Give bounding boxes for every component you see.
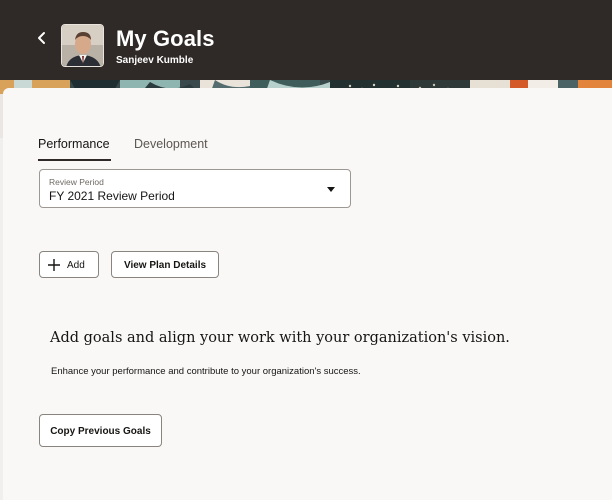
page-title: My Goals [116, 26, 215, 51]
avatar [61, 24, 104, 67]
empty-state-title: Add goals and align your work with your … [50, 330, 510, 346]
plus-icon [48, 259, 60, 271]
user-name: Sanjeev Kumble [116, 55, 194, 66]
review-period-value: FY 2021 Review Period [49, 189, 175, 203]
add-goal-button[interactable]: Add [39, 251, 99, 278]
tab-selected-indicator [38, 159, 111, 161]
copy-previous-goals-label: Copy Previous Goals [50, 426, 151, 437]
review-period-label: Review Period [49, 177, 104, 187]
tab-performance[interactable]: Performance [38, 137, 110, 151]
caret-down-icon [327, 187, 335, 192]
copy-previous-goals-button[interactable]: Copy Previous Goals [39, 414, 162, 447]
back-button[interactable] [30, 26, 54, 50]
chevron-left-icon [38, 32, 45, 44]
view-plan-details-button[interactable]: View Plan Details [111, 251, 219, 278]
view-plan-details-label: View Plan Details [123, 260, 207, 271]
goals-card: Performance Development Review Period FY… [3, 88, 612, 500]
tab-development[interactable]: Development [134, 137, 208, 151]
empty-state-subtitle: Enhance your performance and contribute … [51, 366, 361, 377]
add-goal-label: Add [67, 260, 85, 271]
review-period-select[interactable]: Review Period FY 2021 Review Period [39, 169, 351, 208]
